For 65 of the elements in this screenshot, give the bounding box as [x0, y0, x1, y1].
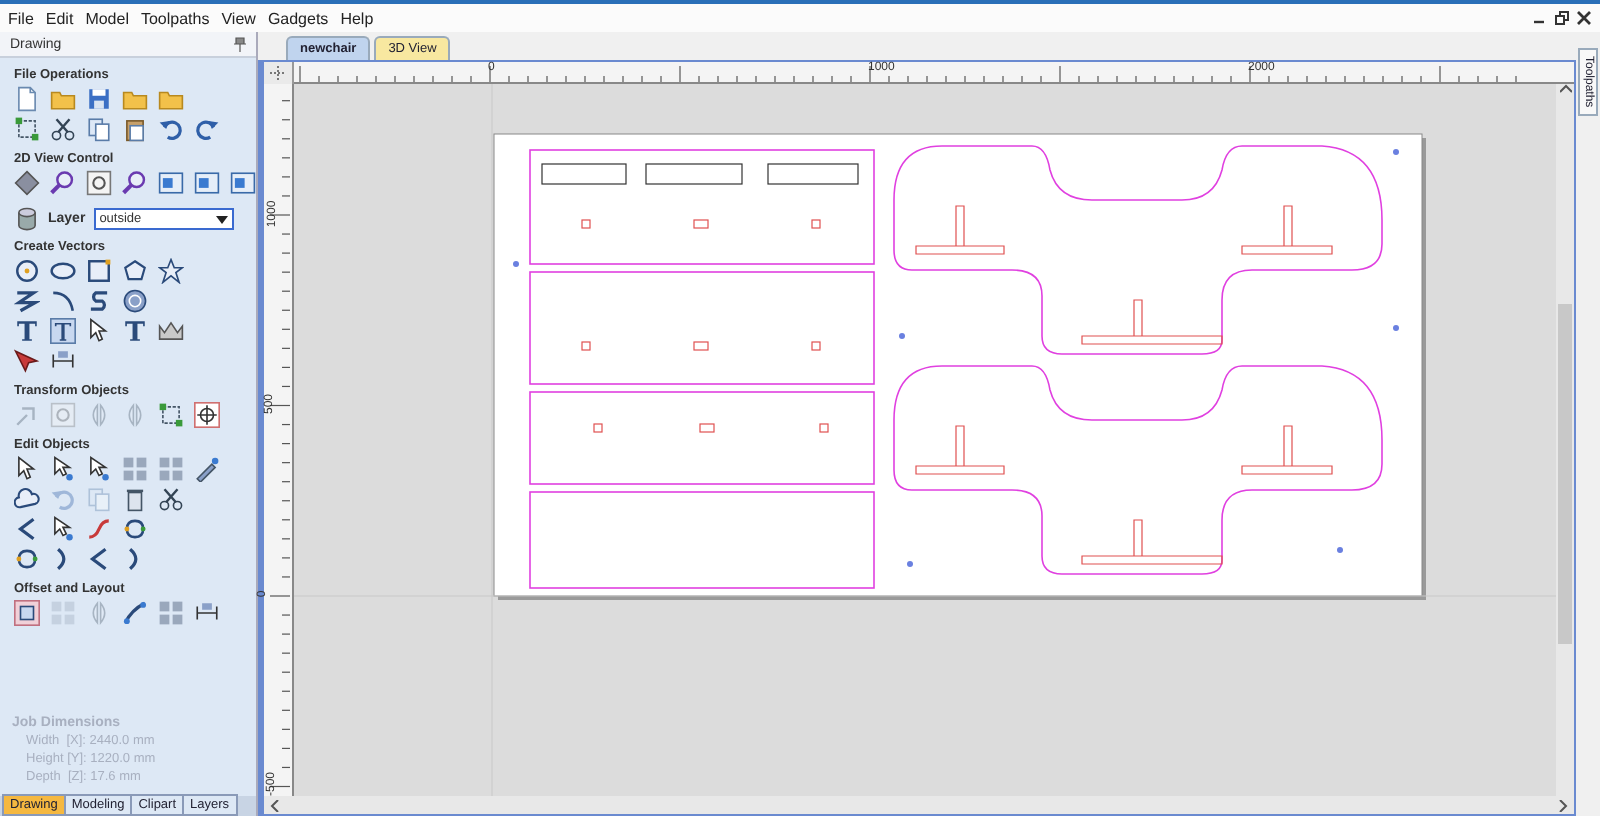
- rectangle-icon[interactable]: [86, 258, 112, 284]
- pointer-icon[interactable]: [14, 456, 40, 482]
- chevron-icon[interactable]: [86, 546, 112, 572]
- curve-path-icon[interactable]: [122, 600, 148, 626]
- polygon-icon[interactable]: [122, 258, 148, 284]
- selection-frame-icon[interactable]: [158, 402, 184, 428]
- dimension-icon[interactable]: [50, 348, 76, 374]
- zoom-box-icon[interactable]: [86, 170, 112, 196]
- menu-item[interactable]: Gadgets: [267, 9, 341, 27]
- window-panel-icon[interactable]: [230, 170, 256, 196]
- folder-icon[interactable]: [122, 86, 148, 112]
- copy-icon[interactable]: [86, 116, 112, 142]
- menu-item[interactable]: Toolpaths: [140, 9, 222, 27]
- trash-icon[interactable]: [122, 486, 148, 512]
- ruler-corner-icon[interactable]: [264, 62, 294, 84]
- restore-icon[interactable]: [1554, 10, 1570, 26]
- arc-icon[interactable]: [50, 288, 76, 314]
- cloud-shape-icon[interactable]: [14, 486, 40, 512]
- magnifier-icon[interactable]: [122, 170, 148, 196]
- vertical-scrollbar[interactable]: [1556, 84, 1574, 796]
- menu-item[interactable]: Edit: [45, 9, 86, 27]
- s-curve-icon[interactable]: [86, 288, 112, 314]
- pin-icon[interactable]: [234, 36, 246, 52]
- ellipse-icon[interactable]: [50, 258, 76, 284]
- closed-curve-icon[interactable]: [122, 516, 148, 542]
- scissors-icon[interactable]: [50, 116, 76, 142]
- pen-icon[interactable]: [194, 456, 220, 482]
- star-icon[interactable]: [158, 258, 184, 284]
- node-edit-icon[interactable]: [50, 456, 76, 482]
- clipboard-icon[interactable]: [122, 116, 148, 142]
- crosshair-icon[interactable]: [194, 402, 220, 428]
- document-icon[interactable]: [14, 86, 40, 112]
- chevron-icon[interactable]: [14, 516, 40, 542]
- menu-item[interactable]: File: [8, 9, 46, 27]
- window-panel-icon[interactable]: [158, 170, 184, 196]
- offset-square-icon[interactable]: [14, 600, 40, 626]
- diamond-icon[interactable]: [14, 170, 40, 196]
- selection-frame-icon[interactable]: [14, 116, 40, 142]
- arrow-icon[interactable]: [14, 348, 40, 374]
- menu-item[interactable]: Model: [85, 9, 141, 27]
- close-icon[interactable]: [1576, 10, 1592, 26]
- dropdown-arrow-icon: [215, 215, 228, 223]
- text-tool-icon[interactable]: [14, 318, 40, 344]
- menu-item[interactable]: View: [221, 9, 268, 27]
- scissors-icon[interactable]: [158, 486, 184, 512]
- pointer-icon[interactable]: [86, 318, 112, 344]
- dimension-icon[interactable]: [194, 600, 220, 626]
- text-tool-icon[interactable]: [122, 318, 148, 344]
- node-edit-icon[interactable]: [50, 516, 76, 542]
- circle-icon[interactable]: [14, 258, 40, 284]
- folder-icon[interactable]: [158, 86, 184, 112]
- horizontal-scrollbar[interactable]: [264, 796, 1574, 814]
- scrollbar-thumb[interactable]: [1558, 304, 1572, 644]
- menu-item[interactable]: Help: [340, 9, 386, 27]
- node-edit-icon[interactable]: [86, 456, 112, 482]
- text-box-icon[interactable]: [50, 318, 76, 344]
- wave-curve-icon[interactable]: [86, 516, 112, 542]
- closed-curve-icon[interactable]: [14, 546, 40, 572]
- zigzag-line-icon[interactable]: [14, 288, 40, 314]
- undo-icon[interactable]: [158, 116, 184, 142]
- magnifier-icon[interactable]: [50, 170, 76, 196]
- crown-icon[interactable]: [158, 318, 184, 344]
- window-panel-icon[interactable]: [194, 170, 220, 196]
- cylinder-icon: [14, 206, 40, 232]
- redo-icon[interactable]: [194, 116, 220, 142]
